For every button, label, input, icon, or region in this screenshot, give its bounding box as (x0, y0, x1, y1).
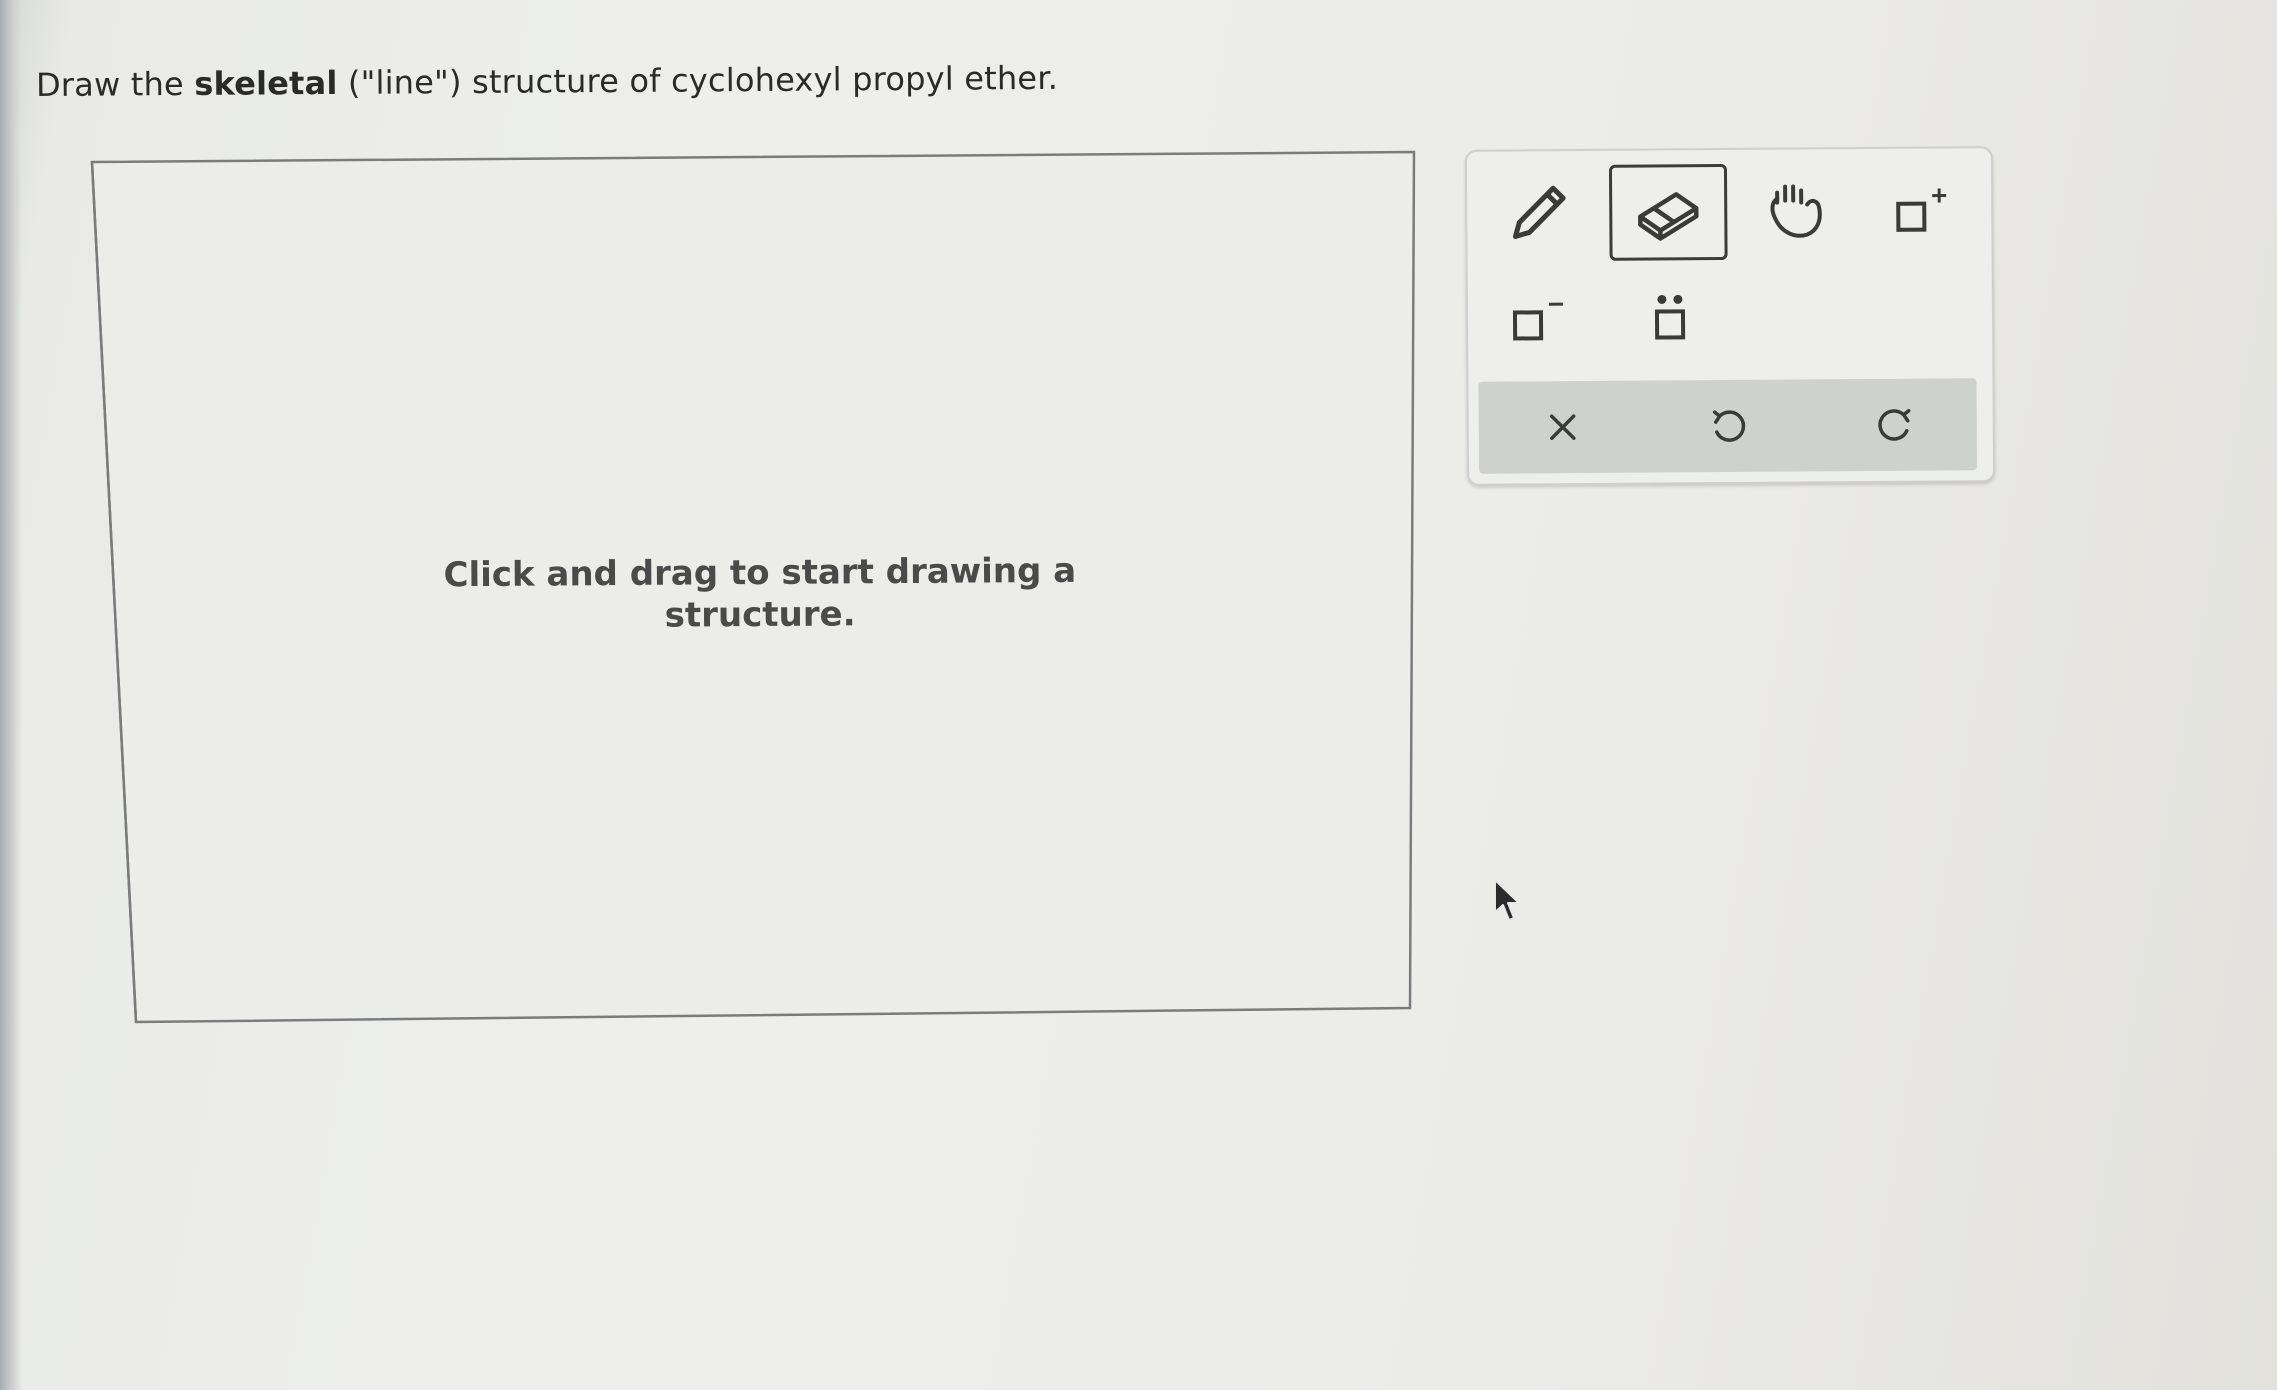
mouse-cursor-icon (1494, 879, 1520, 921)
question-bold-term: skeletal (194, 63, 338, 103)
action-bar (1478, 378, 1978, 474)
add-negative-charge-tool[interactable] (1482, 275, 1595, 366)
hand-tool[interactable] (1741, 167, 1854, 258)
undo-icon (1712, 410, 1746, 442)
redo-button[interactable] (1834, 378, 1955, 471)
question-text: Draw the skeletal ("line") structure of … (36, 59, 1058, 104)
canvas-hint: Click and drag to start drawing a struct… (443, 550, 1077, 636)
add-positive-charge-tool[interactable] (1867, 166, 1980, 257)
negative-charge-icon (1512, 302, 1563, 341)
redo-icon (1878, 409, 1911, 441)
pencil-tool[interactable] (1481, 169, 1594, 260)
positive-charge-icon (1896, 188, 1947, 232)
clear-button[interactable] (1502, 381, 1623, 474)
eraser-tool[interactable] (1608, 164, 1728, 261)
close-icon (1549, 414, 1576, 440)
eraser-icon (1638, 192, 1699, 241)
lone-pair-icon (1654, 294, 1686, 340)
undo-button[interactable] (1668, 380, 1789, 473)
hand-icon (1770, 184, 1822, 238)
question-suffix: ("line") structure of cyclohexyl propyl … (337, 58, 1059, 102)
page-edge-shadow (0, 0, 22, 1390)
pencil-icon (1512, 185, 1566, 239)
drawing-toolbar (1464, 146, 1996, 486)
question-prefix: Draw the (35, 64, 195, 104)
add-lone-pair-tool[interactable] (1614, 274, 1727, 365)
